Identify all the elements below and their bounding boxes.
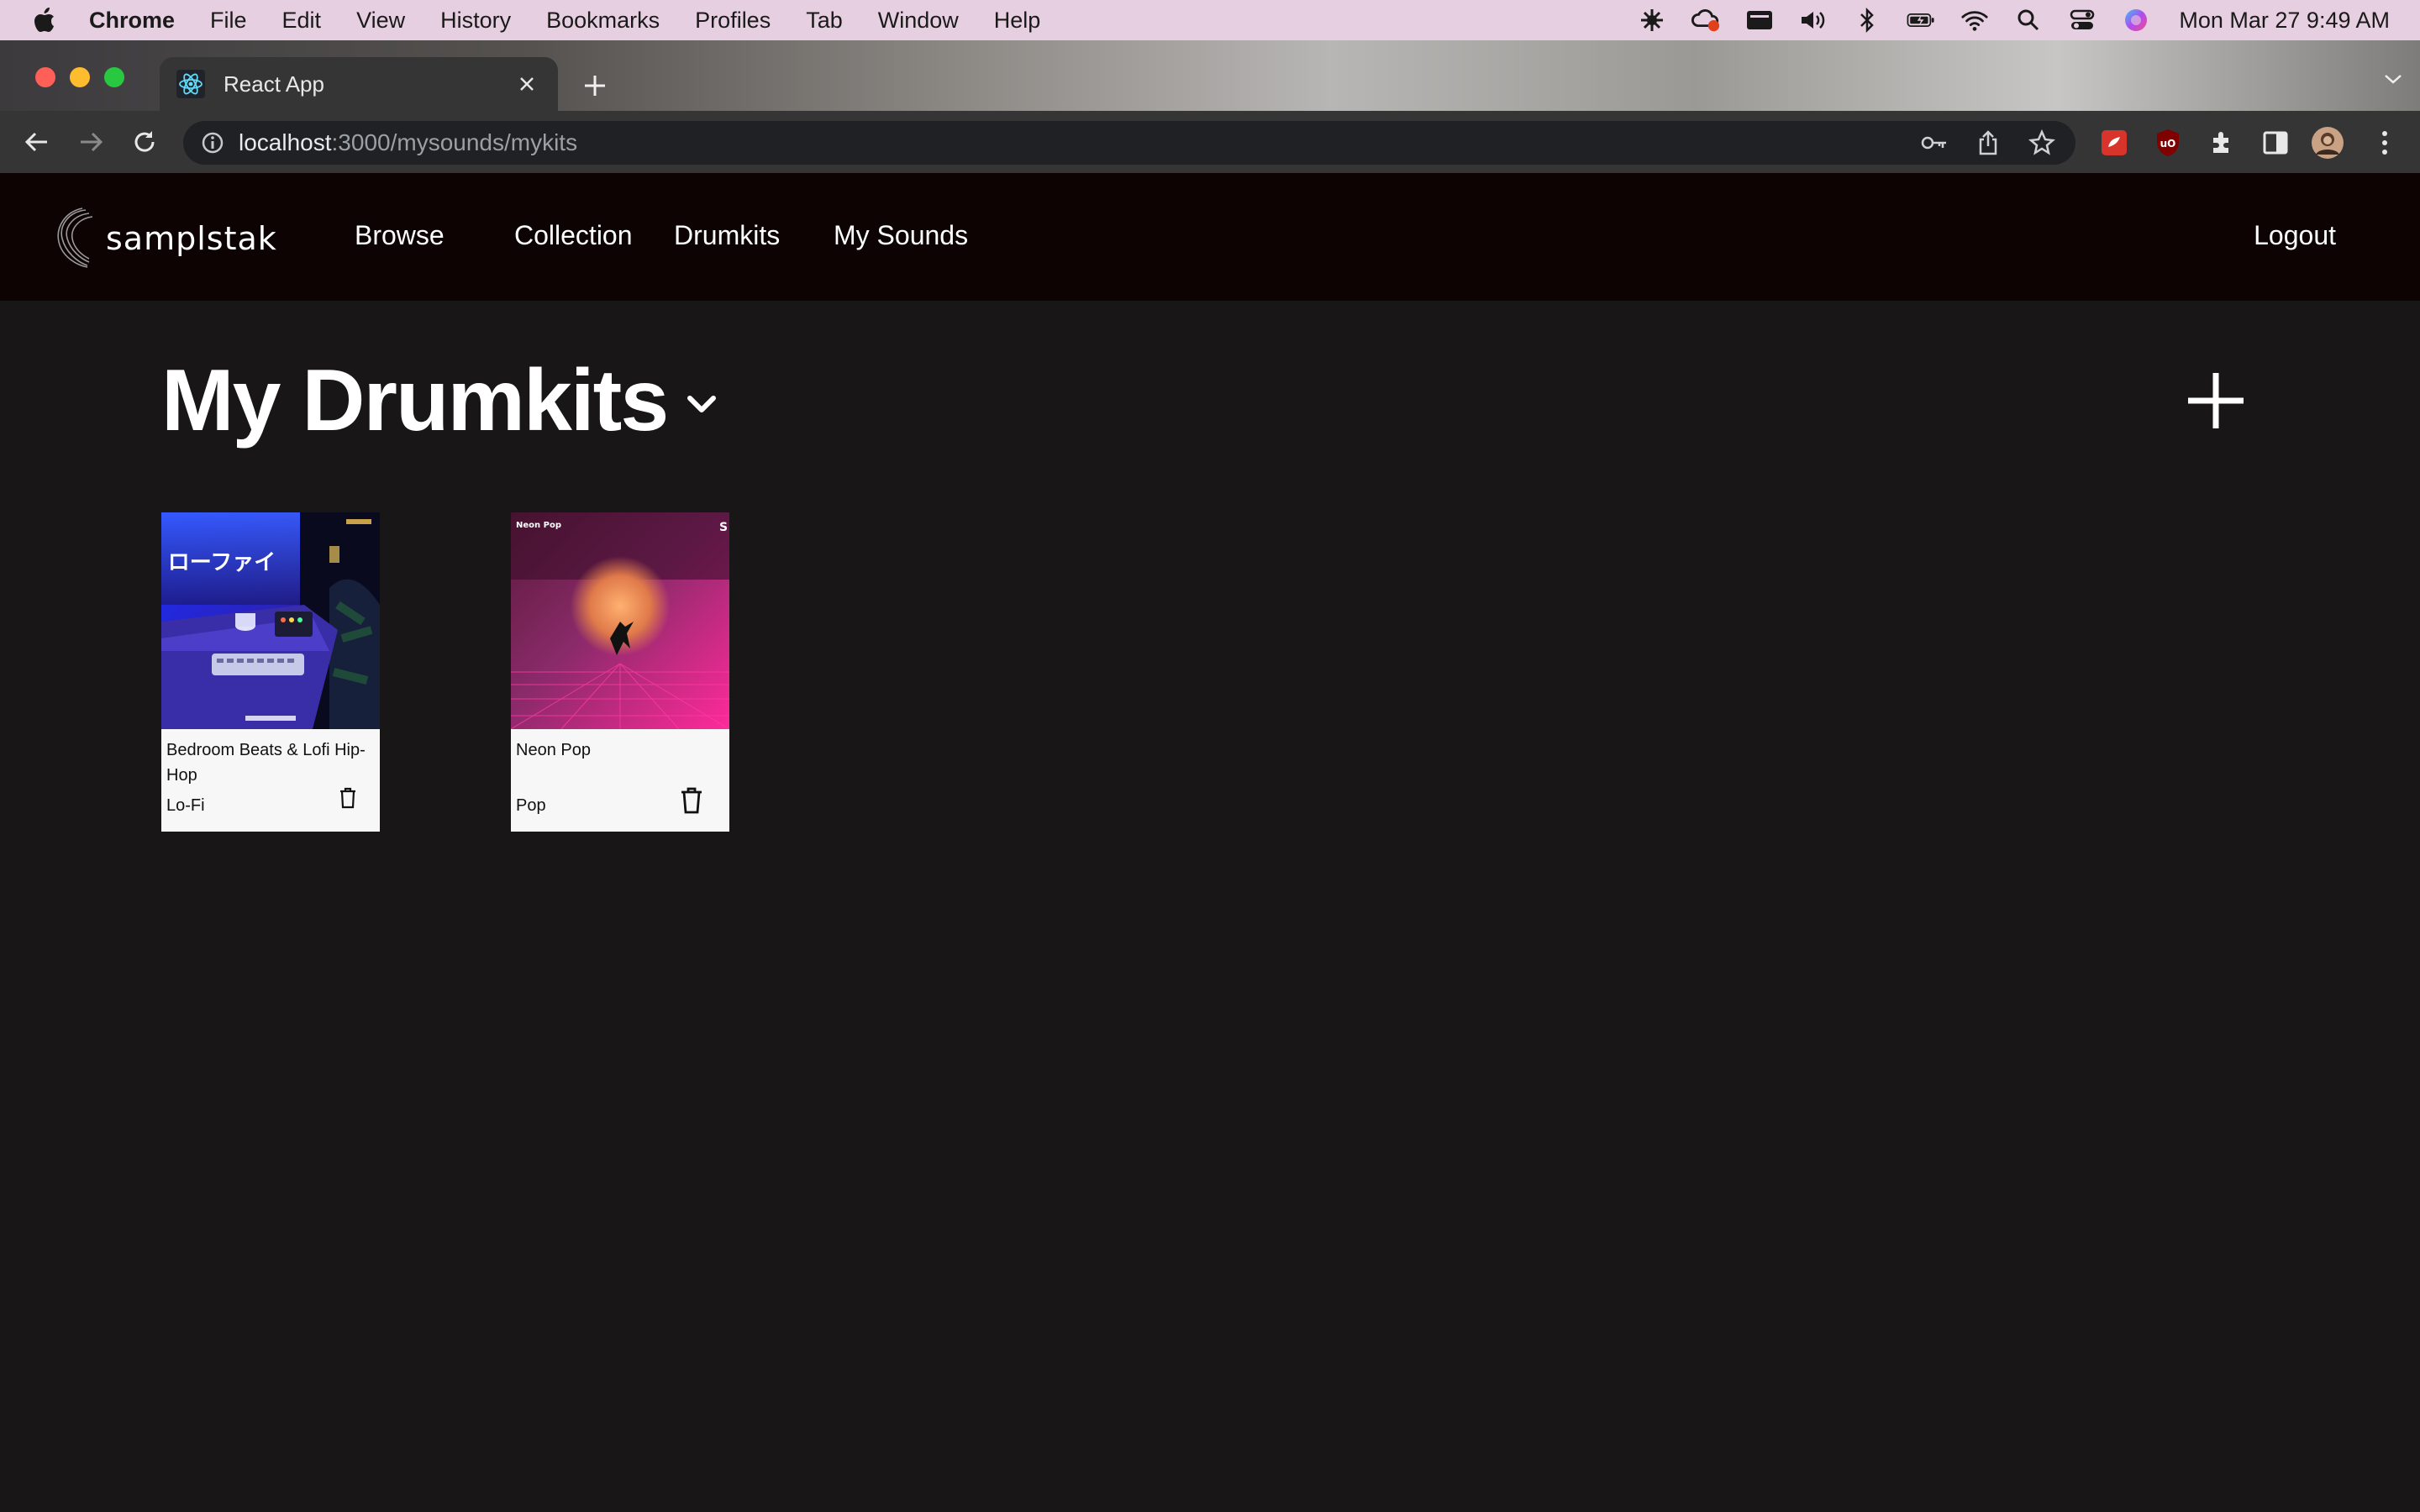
bluetooth-icon[interactable] (1853, 8, 1881, 33)
password-key-icon[interactable] (1919, 128, 1949, 158)
nav-browse[interactable]: Browse (355, 220, 445, 251)
creative-cloud-icon[interactable] (1691, 8, 1720, 33)
menu-bookmarks[interactable]: Bookmarks (546, 8, 660, 34)
drumkit-card[interactable]: Neon Pop S Neon Pop Pop (511, 512, 729, 832)
menu-edit[interactable]: Edit (282, 8, 322, 34)
apple-icon[interactable] (32, 6, 57, 34)
tab-search-chevron-icon[interactable] (2383, 72, 2403, 90)
status-area: Mon Mar 27 9:49 AM (1612, 0, 2390, 40)
neon-pop-cover-image[interactable]: Neon Pop S (511, 512, 729, 729)
omnibox-actions (1896, 128, 2057, 158)
menu-tab[interactable]: Tab (806, 8, 843, 34)
control-center-icon[interactable] (2068, 8, 2096, 33)
window-controls (35, 67, 139, 87)
logo-swirl-icon (52, 205, 104, 272)
drumkit-name: Neon Pop (516, 741, 591, 759)
chrome-menu-icon[interactable] (2368, 126, 2402, 160)
lofi-cover-image[interactable]: ローファイ (161, 512, 380, 729)
url-text: localhost:3000/mysounds/mykits (239, 129, 577, 156)
browser-toolbar: localhost:3000/mysounds/mykits uO (0, 111, 2420, 173)
wifi-icon[interactable] (1960, 8, 1989, 33)
asterisk-icon[interactable] (1638, 8, 1666, 33)
menu-history[interactable]: History (440, 8, 511, 34)
svg-text:S: S (719, 521, 728, 534)
forward-arrow-icon[interactable] (72, 123, 109, 160)
volume-icon[interactable] (1799, 8, 1828, 33)
logout-link[interactable]: Logout (2254, 220, 2336, 251)
back-arrow-icon[interactable] (18, 123, 55, 160)
delete-trash-icon[interactable] (338, 786, 358, 814)
profile-avatar[interactable] (2311, 126, 2344, 160)
menubar-clock[interactable]: Mon Mar 27 9:49 AM (2179, 8, 2390, 34)
nav-my-sounds[interactable]: My Sounds (834, 220, 968, 251)
minimize-window-button[interactable] (70, 67, 90, 87)
siri-icon[interactable] (2122, 8, 2150, 33)
menu-window[interactable]: Window (878, 8, 959, 34)
drumkit-genre: Lo-Fi (166, 796, 205, 815)
nav-collection[interactable]: Collection (514, 220, 633, 251)
macos-menu-bar: Chrome File Edit View History Bookmarks … (0, 0, 2420, 40)
tab-close-icon[interactable] (514, 71, 539, 97)
cover-text-lofi: ローファイ (168, 550, 276, 575)
extensions-puzzle-icon[interactable] (2205, 126, 2238, 160)
fullscreen-window-button[interactable] (104, 67, 124, 87)
menu-help[interactable]: Help (994, 8, 1041, 34)
url-path: :3000/mysounds/mykits (331, 129, 578, 155)
site-info-icon[interactable] (200, 130, 225, 155)
side-panel-icon[interactable] (2259, 126, 2292, 160)
screen-record-icon[interactable] (1745, 8, 1774, 33)
menu-profiles[interactable]: Profiles (695, 8, 771, 34)
cover-text-neon-pop: Neon Pop (516, 521, 561, 530)
nav-drumkits[interactable]: Drumkits (674, 220, 780, 251)
menu-file[interactable]: File (210, 8, 247, 34)
share-icon[interactable] (1973, 128, 2003, 158)
svg-text:uO: uO (2160, 138, 2176, 150)
chevron-down-icon[interactable] (682, 388, 721, 422)
new-tab-plus-icon[interactable] (578, 69, 612, 102)
logo-text: samplstak (106, 220, 277, 257)
drumkit-card[interactable]: ローファイ Bedroom Beats & Lofi Hip-Hop Lo-Fi (161, 512, 380, 832)
menu-view[interactable]: View (356, 8, 405, 34)
extension-red-icon[interactable] (2097, 126, 2131, 160)
drumkit-name: Bedroom Beats & Lofi Hip-Hop (166, 741, 366, 785)
browser-tab-active[interactable]: React App (160, 57, 558, 111)
delete-trash-icon[interactable] (679, 786, 704, 819)
drumkit-genre: Pop (516, 796, 546, 815)
samplstak-logo[interactable]: samplstak (52, 205, 277, 272)
close-window-button[interactable] (35, 67, 55, 87)
add-drumkit-plus-icon[interactable] (2185, 370, 2247, 432)
tab-title: React App (224, 71, 324, 97)
react-icon (176, 70, 205, 98)
app-header: samplstak Browse Collection Drumkits My … (0, 173, 2420, 301)
menu-app-name[interactable]: Chrome (89, 8, 175, 34)
address-bar[interactable]: localhost:3000/mysounds/mykits (183, 121, 2075, 165)
bookmark-star-icon[interactable] (2027, 128, 2057, 158)
ublock-origin-icon[interactable]: uO (2151, 126, 2185, 160)
battery-icon[interactable] (1907, 8, 1935, 33)
page-title: My Drumkits (161, 352, 669, 449)
reload-icon[interactable] (126, 123, 163, 160)
url-host: localhost (239, 129, 332, 155)
browser-tab-strip: React App (0, 40, 2420, 111)
search-icon[interactable] (2014, 8, 2043, 33)
